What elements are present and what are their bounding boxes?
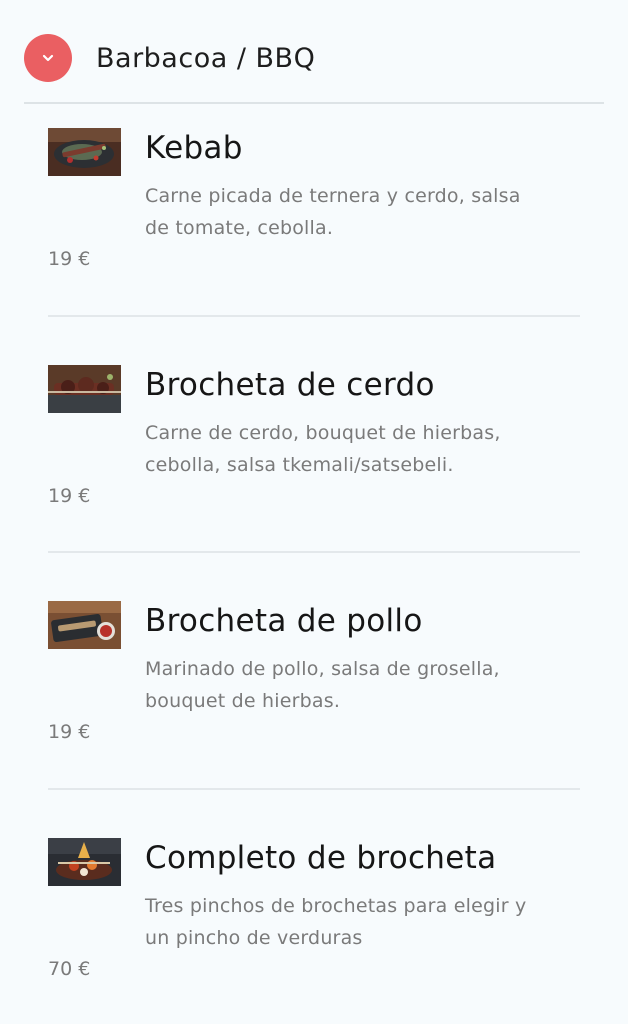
dish-price: 19 € xyxy=(48,485,91,507)
section-header[interactable]: Barbacoa / BBQ xyxy=(24,32,604,84)
menu-item[interactable]: Completo de brocheta Tres pinchos de bro… xyxy=(48,838,580,988)
section-title: Barbacoa / BBQ xyxy=(96,42,316,74)
dish-description: Carne de cerdo, bouquet de hierbas, cebo… xyxy=(145,422,501,476)
dish-description: Carne picada de ternera y cerdo, salsa d… xyxy=(145,185,521,239)
menu-item[interactable]: Kebab Carne picada de ternera y cerdo, s… xyxy=(48,128,580,278)
dish-description: Tres pinchos de brochetas para elegir y … xyxy=(145,895,527,949)
chevron-down-icon xyxy=(42,54,54,62)
dish-thumbnail[interactable] xyxy=(48,838,121,886)
item-divider xyxy=(48,551,580,553)
menu-item[interactable]: Brocheta de pollo Marinado de pollo, sal… xyxy=(48,601,580,751)
item-divider xyxy=(48,315,580,317)
dish-thumbnail[interactable] xyxy=(48,365,121,413)
collapse-section-button[interactable] xyxy=(24,34,72,82)
dish-name: Kebab xyxy=(145,130,243,166)
menu-item[interactable]: Brocheta de cerdo Carne de cerdo, bouque… xyxy=(48,365,580,515)
dish-price: 19 € xyxy=(48,721,91,743)
dish-price: 19 € xyxy=(48,248,91,270)
dish-name: Completo de brocheta xyxy=(145,840,497,876)
dish-thumbnail[interactable] xyxy=(48,601,121,649)
dish-name: Brocheta de cerdo xyxy=(145,367,435,403)
dish-name: Brocheta de pollo xyxy=(145,603,423,639)
dish-price: 70 € xyxy=(48,958,91,980)
dish-thumbnail[interactable] xyxy=(48,128,121,176)
item-divider xyxy=(48,788,580,790)
header-divider xyxy=(24,102,604,104)
dish-description: Marinado de pollo, salsa de grosella, bo… xyxy=(145,658,500,712)
